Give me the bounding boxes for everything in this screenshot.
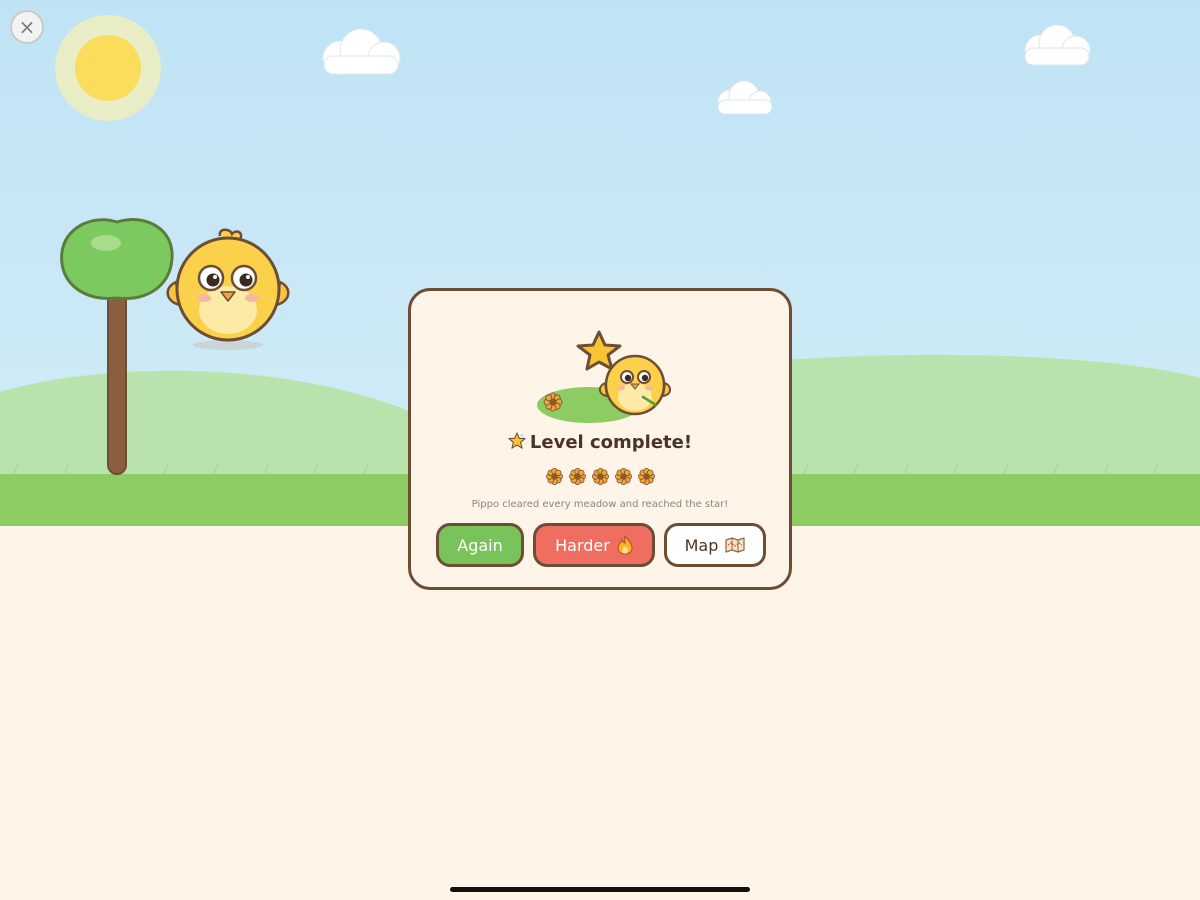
- star-icon: [576, 330, 622, 371]
- sunflower-icon: [591, 468, 609, 485]
- chick-character: [166, 228, 290, 350]
- sunflower-icon: [614, 468, 632, 485]
- dialog-subtitle: Pippo cleared every meadow and reached t…: [471, 499, 729, 510]
- sunflower-icon: [568, 468, 586, 485]
- cloud: [717, 80, 773, 115]
- sunflower-icon: [545, 468, 563, 485]
- flame-icon: [617, 534, 633, 555]
- level-complete-illustration: [537, 330, 671, 423]
- again-button-label: Again: [457, 535, 503, 555]
- sun: [55, 15, 161, 121]
- close-button[interactable]: ×: [10, 10, 44, 44]
- home-indicator[interactable]: [450, 887, 750, 892]
- reward-flowers: [411, 467, 789, 486]
- harder-button[interactable]: Harder: [533, 523, 655, 567]
- sunflower-icon: [543, 392, 563, 412]
- dialog-title: Level complete!: [411, 432, 789, 453]
- dialog-title-text: Level complete!: [529, 432, 693, 453]
- level-complete-dialog: Level complete! Pippo cleared every mead…: [408, 288, 792, 590]
- sunflower-icon: [637, 468, 655, 485]
- map-button-label: Map: [684, 535, 719, 555]
- map-icon: [725, 537, 745, 553]
- harder-button-label: Harder: [555, 535, 610, 555]
- close-icon: ×: [18, 15, 36, 39]
- cloud: [322, 28, 401, 76]
- again-button[interactable]: Again: [436, 523, 524, 567]
- cloud: [1024, 24, 1091, 66]
- star-icon: [508, 432, 526, 449]
- map-button[interactable]: Map: [664, 523, 766, 567]
